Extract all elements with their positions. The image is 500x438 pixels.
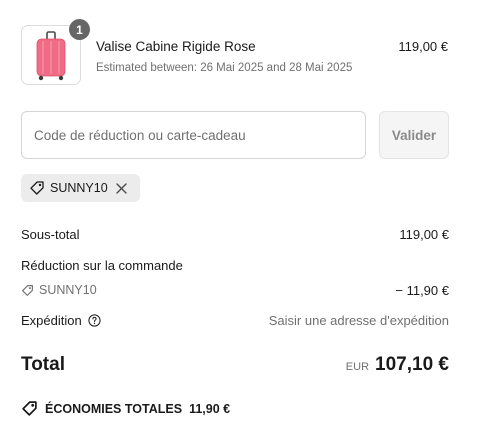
total-savings: ÉCONOMIES TOTALES 11,90 € bbox=[21, 400, 230, 417]
shipping-value: Saisir une adresse d'expédition bbox=[268, 313, 449, 328]
subtotal-label: Sous-total bbox=[21, 227, 80, 242]
discount-code-input[interactable] bbox=[21, 111, 366, 159]
product-title: Valise Cabine Rigide Rose bbox=[96, 39, 256, 54]
help-icon[interactable] bbox=[88, 314, 101, 327]
total-label: Total bbox=[21, 354, 65, 375]
order-discount-label: Réduction sur la commande bbox=[21, 258, 183, 273]
order-discount-code: SUNNY10 bbox=[21, 283, 97, 297]
total-value: 107,10 € bbox=[375, 354, 449, 375]
tag-icon bbox=[22, 401, 37, 416]
tag-icon bbox=[22, 284, 33, 296]
quantity-badge: 1 bbox=[69, 19, 90, 40]
shipping-row: Expédition bbox=[21, 313, 101, 328]
order-discount-value: − 11,90 € bbox=[395, 283, 449, 298]
validate-button[interactable]: Valider bbox=[379, 111, 449, 159]
currency-code: EUR bbox=[345, 361, 370, 373]
savings-label: ÉCONOMIES TOTALES bbox=[45, 401, 183, 416]
close-icon bbox=[116, 182, 127, 194]
tag-icon bbox=[30, 181, 44, 195]
product-price: 119,00 € bbox=[398, 39, 448, 54]
remove-code-button[interactable] bbox=[115, 181, 129, 195]
total-amount: EUR 107,10 € bbox=[346, 354, 449, 376]
applied-code-label: SUNNY10 bbox=[50, 181, 108, 195]
shipping-label: Expédition bbox=[21, 313, 82, 328]
applied-discount-chip: SUNNY10 bbox=[21, 174, 140, 202]
delivery-estimate: Estimated between: 26 Mai 2025 and 28 Ma… bbox=[96, 62, 353, 74]
order-discount-code-label: SUNNY10 bbox=[39, 283, 97, 297]
savings-value: 11,90 € bbox=[189, 401, 231, 416]
subtotal-value: 119,00 € bbox=[399, 227, 449, 242]
